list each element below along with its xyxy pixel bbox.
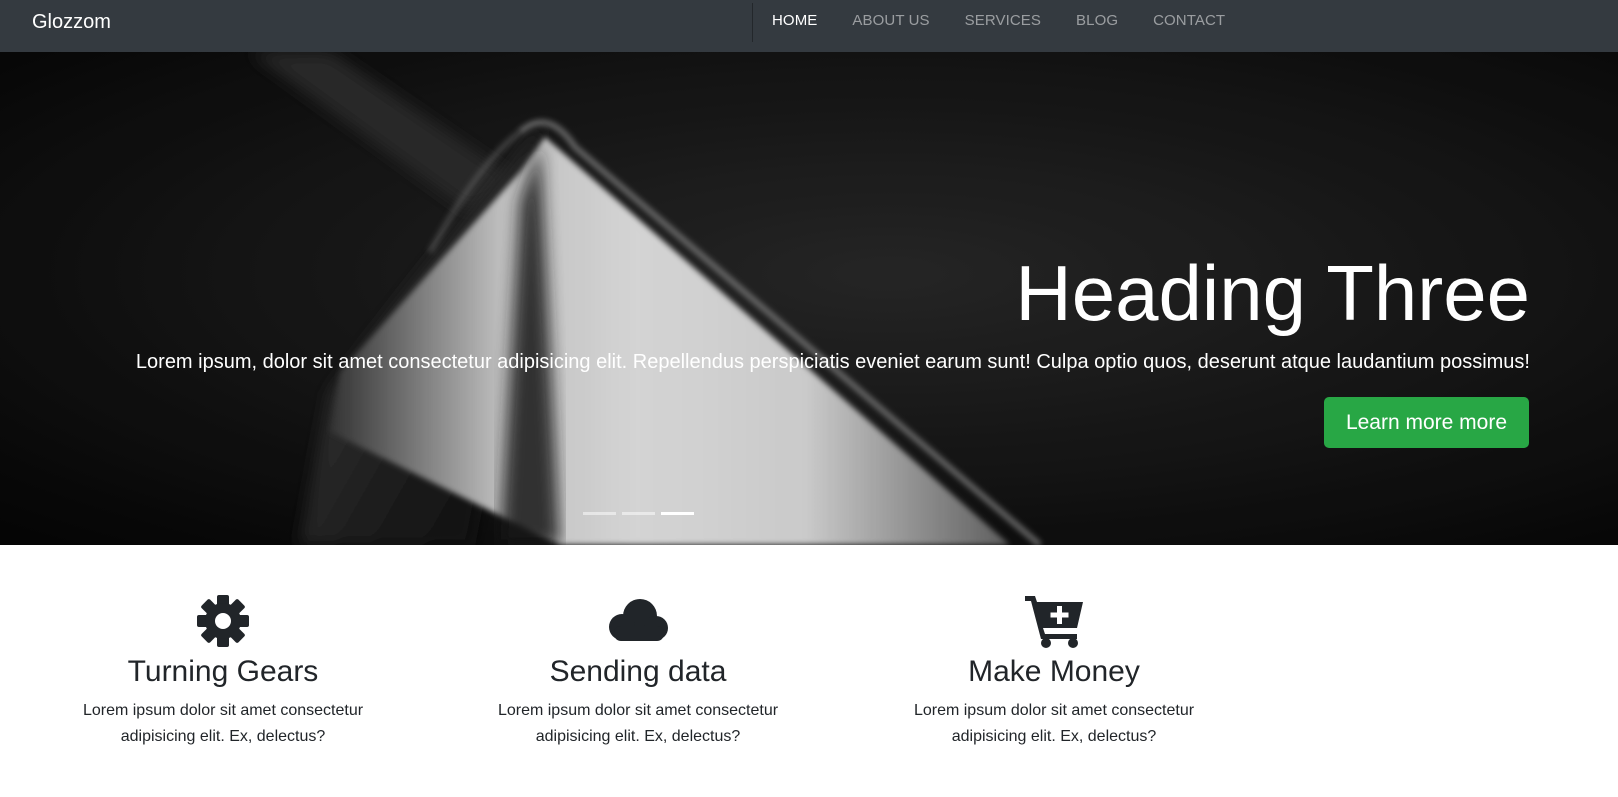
carousel-indicator-3[interactable] (661, 512, 694, 515)
nav-link-blog[interactable]: BLOG (1076, 12, 1118, 30)
feature-make-money: Make Money Lorem ipsum dolor sit amet co… (884, 594, 1224, 750)
navbar: Glozzom HOME ABOUT US SERVICES BLOG CONT… (0, 0, 1618, 52)
feature-title: Turning Gears (127, 655, 319, 688)
cloud-icon (609, 599, 668, 641)
feature-title: Sending data (549, 655, 727, 688)
nav-link-home[interactable]: HOME (772, 12, 817, 30)
hero-text: Lorem ipsum, dolor sit amet consectetur … (135, 351, 1530, 373)
nav-divider (752, 3, 753, 42)
nav-links: HOME ABOUT US SERVICES BLOG CONTACT (772, 12, 1260, 30)
feature-title: Make Money (968, 655, 1140, 688)
carousel-indicator-1[interactable] (583, 512, 616, 515)
hero-carousel: Heading Three Lorem ipsum, dolor sit ame… (0, 52, 1618, 545)
nav-link-contact[interactable]: CONTACT (1153, 12, 1225, 30)
gear-icon (197, 595, 249, 647)
brand-logo-link[interactable]: Glozzom (32, 9, 111, 35)
feature-sending-data: Sending data Lorem ipsum dolor sit amet … (468, 594, 808, 750)
carousel-indicator-2[interactable] (622, 512, 655, 515)
learn-more-button[interactable]: Learn more more (1324, 397, 1529, 448)
nav-link-about-us[interactable]: ABOUT US (852, 12, 929, 30)
hero-heading: Heading Three (1015, 249, 1530, 337)
feature-text: Lorem ipsum dolor sit amet consectetur a… (82, 702, 364, 745)
nav-link-services[interactable]: SERVICES (965, 12, 1041, 30)
feature-turning-gears: Turning Gears Lorem ipsum dolor sit amet… (53, 594, 393, 750)
carousel-indicators (583, 512, 694, 515)
cart-plus-icon (1025, 596, 1083, 648)
feature-text: Lorem ipsum dolor sit amet consectetur a… (913, 702, 1195, 745)
feature-text: Lorem ipsum dolor sit amet consectetur a… (497, 702, 779, 745)
